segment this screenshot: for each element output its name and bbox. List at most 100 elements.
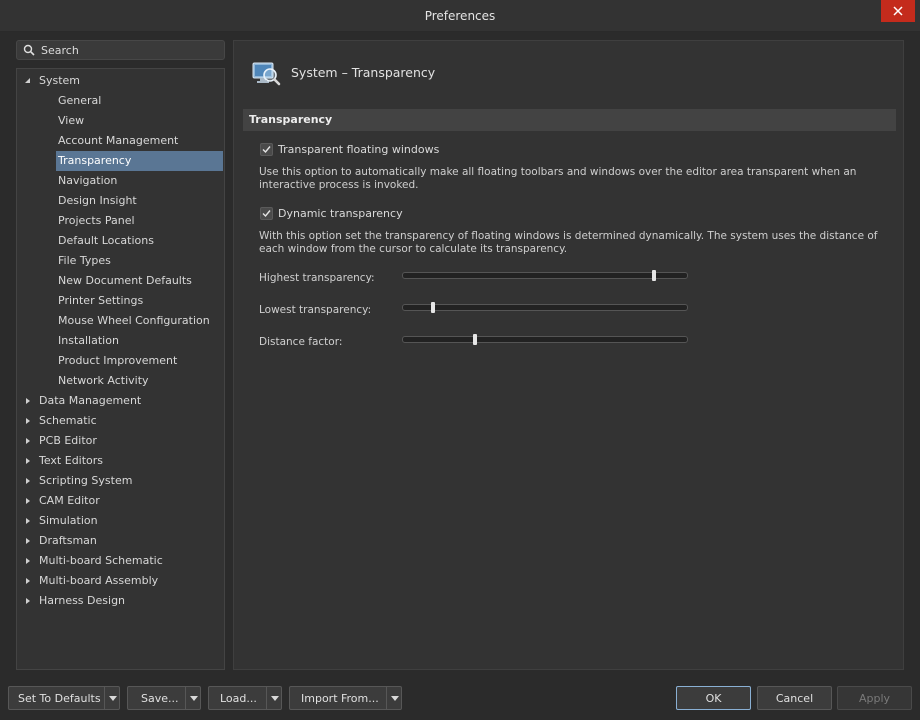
load-button[interactable]: Load... <box>208 686 282 710</box>
expand-arrow-icon[interactable] <box>24 517 32 525</box>
tree-item-new-document-defaults[interactable]: New Document Defaults <box>17 271 224 291</box>
tree-item-scripting-system[interactable]: Scripting System <box>17 471 224 491</box>
checkmark-icon <box>262 146 271 154</box>
lowest-transparency-slider[interactable] <box>402 302 688 313</box>
dynamic-transparency-label: Dynamic transparency <box>278 207 403 220</box>
expand-arrow-icon[interactable] <box>24 557 32 565</box>
tree-item-label: Network Activity <box>58 374 149 387</box>
page-title: System – Transparency <box>291 65 436 80</box>
tree-item-label: Navigation <box>58 174 118 187</box>
tree-item-label: Multi-board Assembly <box>39 574 159 587</box>
tree-item-label: Mouse Wheel Configuration <box>58 314 210 327</box>
tree-item-network-activity[interactable]: Network Activity <box>17 371 224 391</box>
search-icon <box>23 44 35 56</box>
tree-item-product-improvement[interactable]: Product Improvement <box>17 351 224 371</box>
expand-arrow-icon[interactable] <box>24 497 32 505</box>
tree-item-label: Multi-board Schematic <box>39 554 163 567</box>
preferences-tree[interactable]: System General View Account Management T… <box>16 68 225 670</box>
slider-thumb[interactable] <box>473 334 477 345</box>
tree-item-printer-settings[interactable]: Printer Settings <box>17 291 224 311</box>
tree-item-system[interactable]: System <box>17 71 224 91</box>
distance-factor-label: Distance factor: <box>259 336 343 348</box>
tree-item-schematic[interactable]: Schematic <box>17 411 224 431</box>
ok-button[interactable]: OK <box>676 686 751 710</box>
apply-button[interactable]: Apply <box>837 686 912 710</box>
tree-item-label: Account Management <box>58 134 179 147</box>
tree-item-data-management[interactable]: Data Management <box>17 391 224 411</box>
tree-item-account-management[interactable]: Account Management <box>17 131 224 151</box>
transparent-floating-windows-checkbox[interactable] <box>260 143 273 156</box>
tree-item-draftsman[interactable]: Draftsman <box>17 531 224 551</box>
tree-item-label: PCB Editor <box>39 434 97 447</box>
tree-item-text-editors[interactable]: Text Editors <box>17 451 224 471</box>
tree-item-label: Schematic <box>39 414 97 427</box>
button-divider <box>386 687 387 709</box>
expand-arrow-icon[interactable] <box>24 457 32 465</box>
tree-item-label: CAM Editor <box>39 494 100 507</box>
cancel-button[interactable]: Cancel <box>757 686 832 710</box>
tree-item-file-types[interactable]: File Types <box>17 251 224 271</box>
save-button[interactable]: Save... <box>127 686 201 710</box>
tree-item-design-insight[interactable]: Design Insight <box>17 191 224 211</box>
tree-item-navigation[interactable]: Navigation <box>17 171 224 191</box>
expand-arrow-icon[interactable] <box>24 417 32 425</box>
tree-item-view[interactable]: View <box>17 111 224 131</box>
highest-transparency-slider[interactable] <box>402 270 688 281</box>
import-from-button[interactable]: Import From... <box>289 686 402 710</box>
chevron-down-icon[interactable] <box>391 696 399 701</box>
tree-item-multi-board-schematic[interactable]: Multi-board Schematic <box>17 551 224 571</box>
checkmark-icon <box>262 210 271 218</box>
button-divider <box>185 687 186 709</box>
expand-arrow-icon[interactable] <box>24 437 32 445</box>
tree-item-installation[interactable]: Installation <box>17 331 224 351</box>
slider-thumb[interactable] <box>652 270 657 281</box>
tree-item-label: View <box>58 114 85 127</box>
description-line: each window from the cursor to calculate… <box>259 243 568 255</box>
tree-item-mouse-wheel-configuration[interactable]: Mouse Wheel Configuration <box>17 311 224 331</box>
button-label: Set To Defaults <box>18 692 101 705</box>
tree-item-label: New Document Defaults <box>58 274 192 287</box>
expand-arrow-icon[interactable] <box>24 577 32 585</box>
expand-arrow-icon[interactable] <box>24 397 32 405</box>
button-divider <box>104 687 105 709</box>
section-header-label: Transparency <box>249 113 333 126</box>
set-to-defaults-button[interactable]: Set To Defaults <box>8 686 120 710</box>
tree-item-label: Scripting System <box>39 474 133 487</box>
transparent-floating-windows-label: Transparent floating windows <box>278 143 440 156</box>
tree-item-label: Installation <box>58 334 119 347</box>
tree-item-cam-editor[interactable]: CAM Editor <box>17 491 224 511</box>
distance-factor-slider[interactable] <box>402 334 688 345</box>
tree-item-label: Transparency <box>58 154 132 167</box>
expand-arrow-icon[interactable] <box>24 597 32 605</box>
button-label: Save... <box>141 692 179 705</box>
slider-thumb[interactable] <box>431 302 435 313</box>
tree-item-transparency[interactable]: Transparency <box>17 151 224 171</box>
tree-item-pcb-editor[interactable]: PCB Editor <box>17 431 224 451</box>
chevron-down-icon[interactable] <box>190 696 198 701</box>
search-input[interactable]: Search <box>16 40 225 60</box>
transparency-page-icon <box>252 62 281 86</box>
tree-item-label: Draftsman <box>39 534 97 547</box>
tree-item-harness-design[interactable]: Harness Design <box>17 591 224 611</box>
tree-item-multi-board-assembly[interactable]: Multi-board Assembly <box>17 571 224 591</box>
expand-arrow-icon[interactable] <box>24 477 32 485</box>
tree-item-default-locations[interactable]: Default Locations <box>17 231 224 251</box>
tree-item-general[interactable]: General <box>17 91 224 111</box>
section-header: Transparency <box>243 109 896 131</box>
chevron-down-icon[interactable] <box>109 696 117 701</box>
tree-item-projects-panel[interactable]: Projects Panel <box>17 211 224 231</box>
title-bar: Preferences <box>0 0 920 32</box>
tree-item-label: Printer Settings <box>58 294 144 307</box>
window-title: Preferences <box>424 9 496 23</box>
tree-item-label: Data Management <box>39 394 142 407</box>
transparent-floating-windows-description: Use this option to automatically make al… <box>259 166 879 192</box>
chevron-down-icon[interactable] <box>271 696 279 701</box>
collapse-arrow-icon[interactable] <box>24 77 32 85</box>
tree-item-simulation[interactable]: Simulation <box>17 511 224 531</box>
search-placeholder: Search <box>41 44 79 57</box>
tree-item-label: General <box>58 94 102 107</box>
dynamic-transparency-checkbox[interactable] <box>260 207 273 220</box>
tree-item-label: System <box>39 74 81 87</box>
expand-arrow-icon[interactable] <box>24 537 32 545</box>
close-button[interactable] <box>881 0 915 22</box>
